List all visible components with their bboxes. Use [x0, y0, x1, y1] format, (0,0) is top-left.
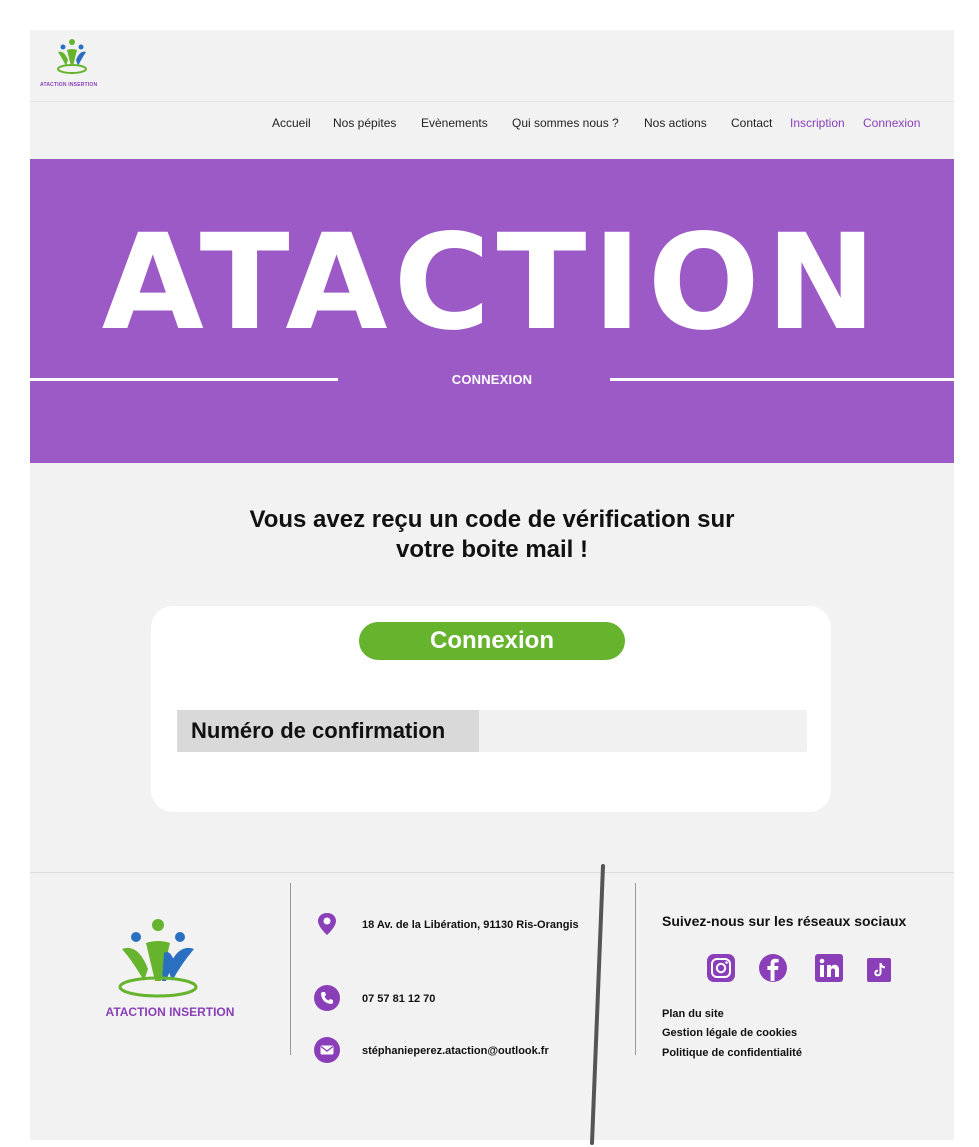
phone-text[interactable]: 07 57 81 12 70: [362, 993, 435, 1005]
facebook-icon[interactable]: [758, 953, 788, 983]
verification-message: Vous avez reçu un code de vérification s…: [30, 505, 954, 565]
email-icon: [314, 1037, 340, 1063]
hero-subtitle: CONNEXION: [451, 372, 533, 387]
nav-item-contact[interactable]: Contact: [731, 116, 772, 130]
confirmation-field-label: Numéro de confirmation: [177, 710, 479, 752]
connexion-button[interactable]: Connexion: [359, 622, 625, 660]
nav-item-connexion[interactable]: Connexion: [863, 116, 920, 130]
footer-divider-left: [290, 883, 291, 1055]
site-logo[interactable]: ATACTION INSERTION: [38, 36, 118, 92]
footer-logo[interactable]: [108, 913, 238, 1013]
footer-logo-figures-icon: [118, 919, 198, 998]
confirmation-code-input[interactable]: [479, 710, 807, 752]
tiktok-icon[interactable]: [866, 957, 892, 983]
address-text: 18 Av. de la Libération, 91130 Ris-Orang…: [362, 919, 579, 931]
nav-item-nos-pepites[interactable]: Nos pépites: [333, 116, 396, 130]
main-nav: Accueil Nos pépites Evènements Qui somme…: [30, 102, 954, 158]
instagram-icon[interactable]: [706, 953, 736, 983]
nav-item-accueil[interactable]: Accueil: [272, 116, 311, 130]
location-pin-icon: [318, 913, 336, 935]
footer-logo-caption: ATACTION INSERTION: [105, 1005, 235, 1019]
email-text[interactable]: stéphanieperez.ataction@outlook.fr: [362, 1045, 549, 1057]
nav-item-nos-actions[interactable]: Nos actions: [644, 116, 707, 130]
hero-banner: ATACTION CONNEXION: [30, 159, 954, 463]
phone-icon: [314, 985, 340, 1011]
nav-item-qui-sommes-nous[interactable]: Qui sommes nous ?: [512, 116, 619, 130]
link-gestion-cookies[interactable]: Gestion légale de cookies: [662, 1027, 797, 1039]
login-card: Connexion Numéro de confirmation: [151, 606, 831, 812]
logo-caption: ATACTION INSERTION: [40, 82, 98, 88]
social-title: Suivez-nous sur les réseaux sociaux: [662, 913, 907, 929]
verification-message-line-2: votre boite mail !: [395, 536, 589, 563]
page-frame: ATACTION INSERTION Accueil Nos pépites E…: [30, 30, 954, 1140]
hero-title: ATACTION: [101, 206, 883, 360]
footer-divider-right: [635, 883, 636, 1055]
logo-figures-icon: [57, 39, 87, 74]
link-plan-du-site[interactable]: Plan du site: [662, 1008, 724, 1020]
link-politique-confidentialite[interactable]: Politique de confidentialité: [662, 1047, 802, 1059]
nav-item-evenements[interactable]: Evènements: [421, 116, 488, 130]
site-header: ATACTION INSERTION: [30, 30, 954, 102]
site-footer: ATACTION INSERTION 18 Av. de la Libérati…: [30, 872, 954, 1140]
nav-item-inscription[interactable]: Inscription: [790, 116, 845, 130]
verification-message-line-1: Vous avez reçu un code de vérification s…: [249, 506, 735, 533]
linkedin-icon[interactable]: [814, 953, 844, 983]
confirmation-field: Numéro de confirmation: [177, 710, 807, 752]
